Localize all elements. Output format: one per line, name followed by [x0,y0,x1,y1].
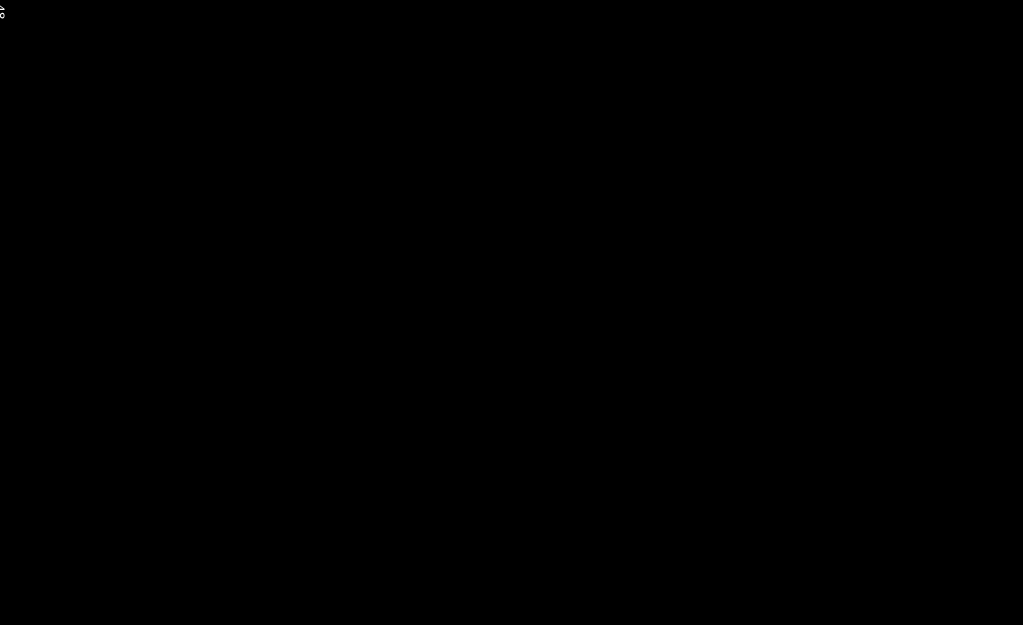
page-number: 48 [0,4,6,20]
